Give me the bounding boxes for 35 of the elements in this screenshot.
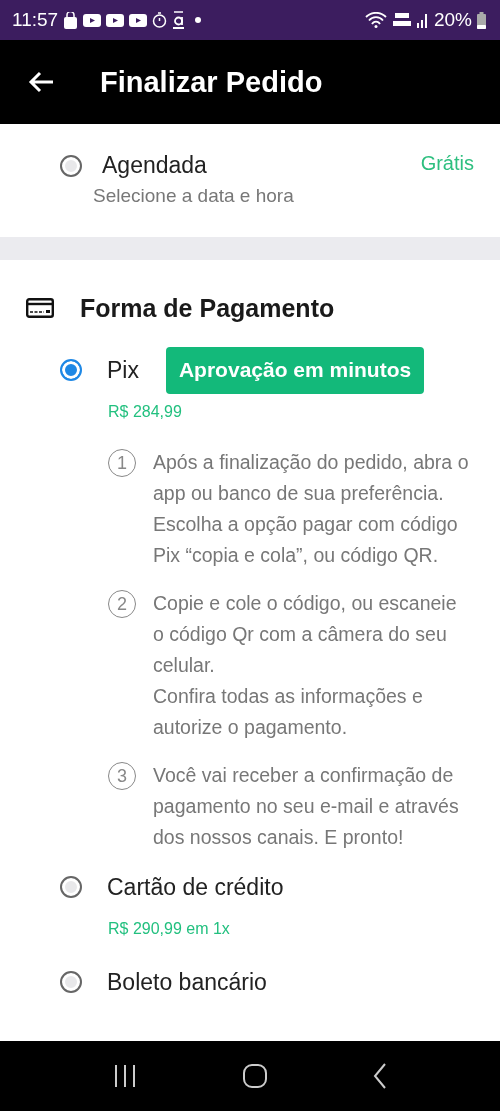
delivery-subtitle: Selecione a data e hora — [93, 185, 295, 207]
payment-price: R$ 290,99 em 1x — [108, 920, 231, 938]
back-icon[interactable] — [373, 1063, 387, 1089]
approval-badge: Aprovação em minutos — [165, 346, 425, 394]
battery-percentage: 20% — [433, 9, 472, 31]
play-icon — [129, 13, 148, 27]
step-instruction: Você vai receber a confirmação de pagamento no seu e-mail e através dos nossos canais. E pronto! — [153, 763, 460, 850]
payment-method-label[interactable]: Cartão de crédito — [107, 873, 284, 901]
credit-card-icon — [26, 298, 54, 318]
radio-button[interactable] — [60, 154, 82, 177]
delivery-price: Grátis — [420, 152, 474, 175]
clock: 11:57 — [12, 9, 59, 31]
recent-apps-icon[interactable] — [113, 1064, 137, 1088]
battery-icon — [477, 11, 486, 29]
wifi-icon — [364, 12, 387, 28]
shopping-bag-icon — [63, 11, 79, 29]
step-instruction: Após a finalização do pedido, abra o app ou banco de sua preferência. Escolha a opção pagar com código Pix “copia e cola”, ou código QR. — [153, 450, 470, 568]
page-title: Finalizar Pedido — [100, 65, 323, 99]
radio-button[interactable] — [60, 359, 82, 381]
payment-price: R$ 284,99 — [108, 403, 183, 421]
signal-icon — [416, 12, 429, 28]
step-instruction: Confira todas as informações e autorize o pagamento. — [153, 684, 424, 740]
section-title: Forma de Pagamento — [80, 293, 335, 323]
play-icon — [106, 13, 125, 27]
payment-method-label[interactable]: Pix — [107, 356, 139, 384]
home-icon[interactable] — [243, 1064, 267, 1088]
radio-button[interactable] — [60, 971, 82, 993]
back-arrow-icon[interactable] — [28, 71, 54, 93]
payment-method-label[interactable]: Boleto bancário — [107, 968, 267, 996]
delivery-option-label[interactable]: Agendada — [102, 152, 401, 179]
timer-icon — [152, 12, 168, 28]
play-icon — [83, 13, 102, 27]
step-instruction: Copie e cole o código, ou escaneie o código Qr com a câmera do seu celular. — [153, 591, 458, 678]
underlined-a-icon — [172, 10, 186, 30]
radio-button[interactable] — [60, 876, 82, 898]
